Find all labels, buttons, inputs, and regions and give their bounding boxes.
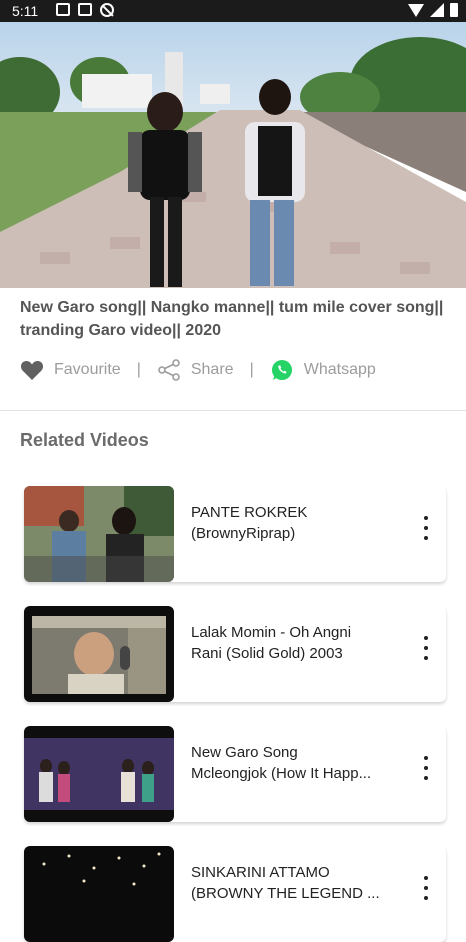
title-line-1: PANTE ROKREK [191,504,308,521]
video-thumbnail [24,726,174,822]
whatsapp-icon [271,360,292,380]
video-player[interactable] [0,22,466,288]
related-video-card[interactable]: Lalak Momin - Oh Angni Rani (Solid Gold)… [24,606,446,702]
action-separator: | [136,361,141,378]
more-options-icon[interactable] [422,516,430,540]
wifi-icon [408,3,424,17]
title-line-2: Rani (Solid Gold) 2003 [191,645,343,662]
whatsapp-label: Whatsapp [303,361,376,378]
title-line-1: SINKARINI ATTAMO [191,864,330,881]
related-video-title: PANTE ROKREK (BrownyRiprap) [191,502,409,544]
system-icons [408,3,458,17]
related-video-card[interactable]: PANTE ROKREK (BrownyRiprap) [24,486,446,582]
more-options-icon[interactable] [422,756,430,780]
more-options-icon[interactable] [422,876,430,900]
battery-icon [450,3,458,17]
related-video-card[interactable]: New Garo Song Mcleongjok (How It Happ... [24,726,446,822]
share-button[interactable]: Share [157,358,234,382]
title-line-1: Lalak Momin - Oh Angni [191,624,352,641]
share-icon [158,359,180,381]
section-divider [0,410,466,411]
title-line-2: Mcleongjok (How It Happ... [191,765,372,782]
related-video-title: New Garo Song Mcleongjok (How It Happ... [191,742,409,784]
title-line-2: (BrownyRiprap) [191,525,296,542]
status-time: 5:11 [12,3,39,19]
share-label: Share [190,361,234,378]
related-video-title: Lalak Momin - Oh Angni Rani (Solid Gold)… [191,622,409,664]
video-frame-image [0,22,466,288]
title-line-1: New Garo Song [191,744,298,761]
signal-icon [430,3,444,17]
gallery-notification-icon [56,3,70,16]
video-title: New Garo song|| Nangko manne|| tum mile … [20,299,444,339]
whatsapp-button[interactable]: Whatsapp [270,358,376,382]
video-thumbnail [24,486,174,582]
notification-icons [56,3,114,17]
card-notification-icon [78,3,92,16]
action-bar: Favourite | Share | Whatsapp [20,356,376,384]
status-bar: 5:11 [0,0,466,22]
related-video-title: SINKARINI ATTAMO (BROWNY THE LEGEND ... [191,862,409,904]
related-videos-heading: Related Videos [20,430,149,450]
favourite-button[interactable]: Favourite [20,359,121,381]
action-separator: | [249,361,254,378]
favourite-label: Favourite [54,361,121,378]
heart-icon [20,360,44,380]
blocked-notification-icon [100,3,114,17]
more-options-icon[interactable] [422,636,430,660]
title-line-2: (BROWNY THE LEGEND ... [191,885,380,902]
video-thumbnail [24,606,174,702]
related-video-card[interactable]: SINKARINI ATTAMO (BROWNY THE LEGEND ... [24,846,446,942]
video-thumbnail [24,846,174,942]
